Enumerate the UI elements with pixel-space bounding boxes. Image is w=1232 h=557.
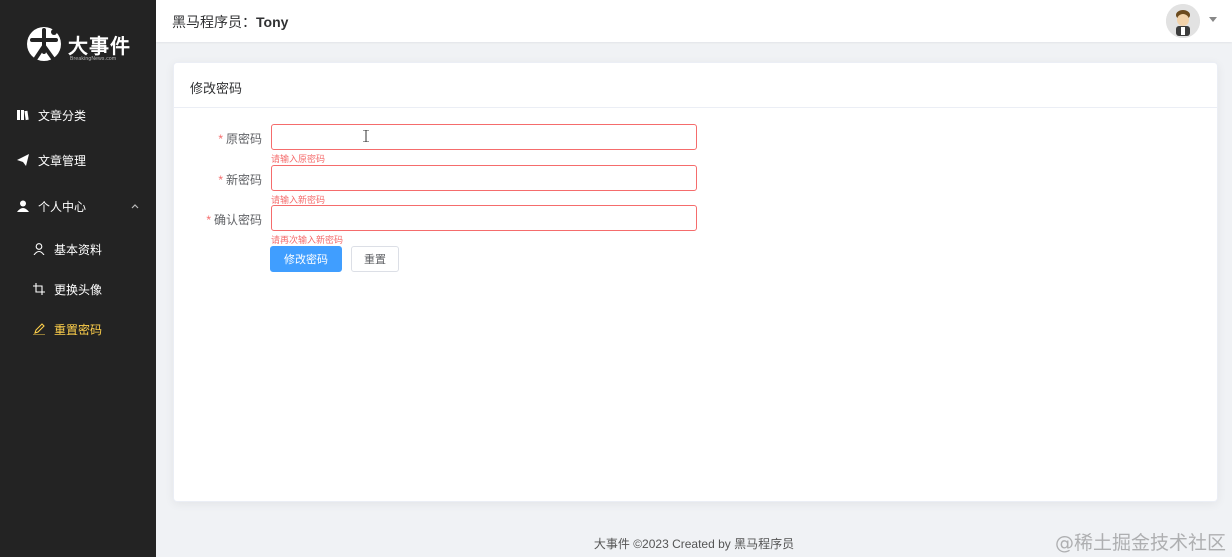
old-password-error: 请输入原密码 <box>271 154 326 164</box>
user-icon <box>16 199 30 213</box>
new-password-input[interactable] <box>271 165 697 191</box>
caret-down-icon[interactable] <box>1209 17 1217 22</box>
form-item-old-password: * 原密码 请输入原密码 <box>174 124 1219 164</box>
form-item-confirm-password: * 确认密码 请再次输入新密码 <box>174 205 1219 245</box>
crop-icon <box>32 282 46 296</box>
old-password-label: * 原密码 <box>218 132 262 146</box>
edit-pen-icon <box>32 322 46 336</box>
sidebar-item-label: 基本资料 <box>54 242 103 257</box>
reset-button[interactable]: 重置 <box>351 246 399 272</box>
confirm-password-input[interactable] <box>271 205 697 231</box>
sidebar-item-label: 个人中心 <box>38 199 87 214</box>
card-title: 修改密码 <box>174 63 1217 108</box>
watermark: @稀土掘金技术社区 <box>1054 532 1226 554</box>
header-username: Tony <box>256 14 289 30</box>
top-header: 黑马程序员：Tony <box>156 0 1232 42</box>
reset-password-card: 修改密码 * 原密码 请输入原密码 * 新密码 请输入新密码 * 确认密码 请再次输入… <box>173 62 1218 502</box>
logo-text: 大事件 <box>68 34 131 58</box>
sidebar-item-label: 更换头像 <box>54 282 103 297</box>
text-cursor-icon <box>363 130 369 142</box>
sidebar-item-personal-center[interactable]: 个人中心 <box>0 186 156 226</box>
book-icon <box>16 108 30 122</box>
form-item-new-password: * 新密码 请输入新密码 <box>174 165 1219 205</box>
logo-mark-icon <box>27 27 61 62</box>
confirm-password-label: * 确认密码 <box>206 213 262 227</box>
sidebar: 大事件 BreakingNews.com 文章分类 文章管理 个人中心 基本资料 <box>0 0 156 557</box>
sidebar-item-article-category[interactable]: 文章分类 <box>0 95 156 135</box>
chevron-up-icon <box>130 200 140 214</box>
sidebar-item-label: 重置密码 <box>54 322 103 337</box>
new-password-label: * 新密码 <box>218 173 262 187</box>
sidebar-item-article-manage[interactable]: 文章管理 <box>0 140 156 180</box>
confirm-password-error: 请再次输入新密码 <box>271 235 344 245</box>
user-outline-icon <box>32 242 46 256</box>
logo: 大事件 BreakingNews.com <box>24 18 134 74</box>
logo-subtext: BreakingNews.com <box>70 56 117 62</box>
header-title: 黑马程序员：Tony <box>172 12 288 32</box>
sidebar-item-change-avatar[interactable]: 更换头像 <box>0 269 156 309</box>
sidebar-item-label: 文章分类 <box>38 108 87 123</box>
header-prefix: 黑马程序员： <box>172 14 256 30</box>
avatar[interactable] <box>1166 4 1200 38</box>
paper-plane-icon <box>16 153 30 167</box>
submit-password-button[interactable]: 修改密码 <box>270 246 342 272</box>
sidebar-item-label: 文章管理 <box>38 153 87 168</box>
sidebar-item-basic-info[interactable]: 基本资料 <box>0 229 156 269</box>
sidebar-item-reset-password[interactable]: 重置密码 <box>0 309 156 349</box>
old-password-input[interactable] <box>271 124 697 150</box>
